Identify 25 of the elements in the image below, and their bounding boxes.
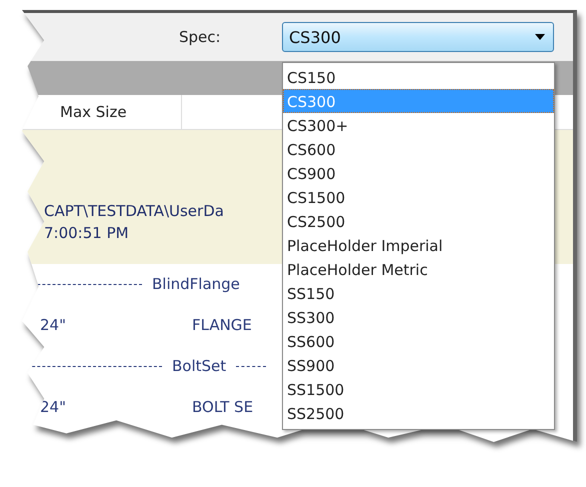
dropdown-option[interactable]: SS300 bbox=[283, 305, 554, 329]
spec-label: Spec: bbox=[179, 28, 221, 46]
info-text: CAPT\TESTDATA\UserDa bbox=[44, 202, 224, 220]
dropdown-option[interactable]: SS600 bbox=[283, 329, 554, 353]
dropdown-option[interactable]: CS600 bbox=[283, 137, 554, 161]
info-text: 7:00:51 PM bbox=[44, 224, 129, 242]
dropdown-option[interactable]: PlaceHolder Metric bbox=[283, 257, 554, 281]
dropdown-option[interactable]: CS2500 bbox=[283, 209, 554, 233]
column-header[interactable]: Max Size bbox=[22, 95, 182, 129]
dropdown-option[interactable]: CS300+ bbox=[283, 113, 554, 137]
description-cell: FLANGE bbox=[192, 316, 252, 334]
caret-icon bbox=[535, 34, 545, 40]
size-cell-text: 24" bbox=[39, 316, 67, 334]
description-cell: BOLT SE bbox=[192, 398, 254, 416]
spec-dropdown[interactable]: CS300 bbox=[282, 22, 554, 52]
dropdown-option[interactable]: SS1500 bbox=[283, 377, 554, 401]
group-label: BlindFlange bbox=[151, 275, 241, 293]
dropdown-option[interactable]: CS1500 bbox=[283, 185, 554, 209]
dropdown-option[interactable]: SS150 bbox=[283, 281, 554, 305]
dropdown-option[interactable]: PlaceHolder Imperial bbox=[283, 233, 554, 257]
dropdown-option[interactable]: CS900 bbox=[283, 161, 554, 185]
dropdown-option[interactable]: SS2500 bbox=[283, 401, 554, 425]
group-label: BoltSet bbox=[171, 357, 228, 375]
size-cell-text: 24" bbox=[39, 398, 67, 416]
dropdown-option[interactable]: SS900 bbox=[283, 353, 554, 377]
